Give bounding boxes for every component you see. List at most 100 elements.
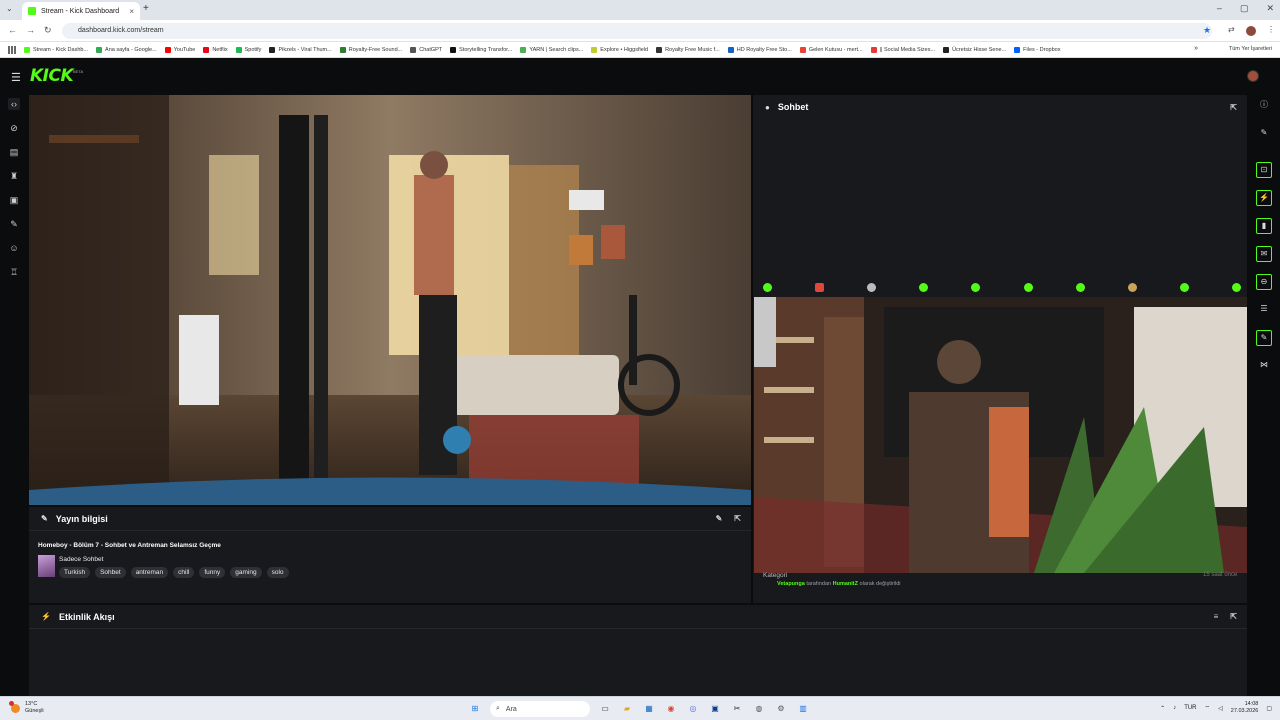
- photoshop-icon[interactable]: ▣: [708, 702, 722, 716]
- bookmark-star-icon[interactable]: ★: [1203, 25, 1211, 36]
- filter-icon[interactable]: ≡: [1214, 612, 1219, 621]
- bookmark-item[interactable]: Royalty-Free Sound...: [339, 46, 402, 53]
- emote-icon[interactable]: [919, 283, 929, 292]
- capcut-icon[interactable]: ✂: [730, 702, 744, 716]
- bookmark-item[interactable]: ChatGPT: [410, 46, 442, 53]
- bookmark-item[interactable]: Royalty Free Music f...: [656, 46, 720, 53]
- browser-tab-active[interactable]: Stream - Kick Dashboard ×: [22, 2, 140, 20]
- emote-icon[interactable]: [1127, 283, 1137, 292]
- stream-tag[interactable]: antreman: [130, 567, 169, 578]
- quick-action-3-icon[interactable]: ▮: [1256, 218, 1272, 234]
- back-icon[interactable]: ←: [8, 25, 17, 35]
- layers-icon[interactable]: ☰: [1256, 302, 1272, 318]
- bookmark-item[interactable]: YARN | Search clips...: [520, 46, 583, 53]
- windows-start-icon[interactable]: ⊞: [468, 702, 482, 716]
- notification-icon[interactable]: ▢: [1266, 705, 1272, 712]
- bookmark-item[interactable]: Files - Dropbox: [1014, 46, 1060, 53]
- app-icon[interactable]: ◎: [686, 702, 700, 716]
- stream-tag[interactable]: funny: [199, 567, 226, 578]
- emote-icon[interactable]: [971, 283, 981, 292]
- tools-nav-icon[interactable]: ✎: [8, 218, 20, 230]
- extensions-icon[interactable]: ⇄: [1228, 25, 1235, 34]
- bookmark-item[interactable]: Ana sayfa - Google...: [96, 46, 157, 53]
- all-bookmarks-link[interactable]: Tüm Yer İşaretleri: [1229, 46, 1272, 52]
- kick-logo[interactable]: KICK: [30, 66, 74, 86]
- profile-avatar[interactable]: [1246, 26, 1256, 36]
- tray-expand-icon[interactable]: ⌃: [1160, 705, 1165, 712]
- quick-action-4-icon[interactable]: ✉: [1256, 246, 1272, 262]
- tool-icon[interactable]: ✎: [1256, 330, 1272, 346]
- bookmark-item[interactable]: HD Royalty Free Sto...: [727, 46, 792, 53]
- chrome-icon[interactable]: ◉: [664, 702, 678, 716]
- close-window-icon[interactable]: ✕: [1266, 3, 1274, 14]
- clock[interactable]: 14:08 27.03.2026: [1231, 701, 1259, 715]
- emote-icon[interactable]: [1075, 283, 1085, 292]
- bookmark-item[interactable]: || Social Media Sizes...: [870, 46, 935, 53]
- input-language[interactable]: TUR: [1184, 705, 1196, 711]
- stream-tag[interactable]: solo: [266, 567, 289, 578]
- quick-action-1-icon[interactable]: ⊡: [1256, 162, 1272, 178]
- emote-icon[interactable]: [867, 283, 877, 292]
- taskbar-search[interactable]: ⌕ Ara: [490, 701, 590, 717]
- close-tab-icon[interactable]: ×: [129, 7, 134, 16]
- emote-icon[interactable]: [1023, 283, 1033, 292]
- chat-category-value[interactable]: HumanitZ: [833, 581, 858, 587]
- notepad-icon[interactable]: ▥: [796, 702, 810, 716]
- apps-grid-icon[interactable]: [8, 45, 16, 54]
- menu-icon[interactable]: ☰: [11, 71, 21, 84]
- mic-icon[interactable]: ♪: [1173, 705, 1176, 711]
- browser-menu-icon[interactable]: ⋮: [1267, 25, 1275, 34]
- category-name[interactable]: Sadece Sohbet: [59, 556, 103, 563]
- emote-icon[interactable]: [815, 283, 825, 292]
- weather-widget[interactable]: 13°C Güneşli: [9, 700, 44, 715]
- bot-nav-icon[interactable]: ♖: [8, 266, 20, 278]
- stream-tag[interactable]: Sohbet: [95, 567, 126, 578]
- link-nav-icon[interactable]: ⊘: [8, 122, 20, 134]
- trophy-nav-icon[interactable]: ♜: [8, 170, 20, 182]
- bookmark-item[interactable]: Spotify: [235, 46, 261, 53]
- bookmark-item[interactable]: Storytelling Transfor...: [450, 46, 512, 53]
- forward-icon[interactable]: →: [26, 25, 35, 35]
- emote-icon[interactable]: [763, 283, 772, 292]
- store-icon[interactable]: ▦: [642, 702, 656, 716]
- bookmark-item[interactable]: Stream - Kick Dashb...: [24, 46, 88, 53]
- share-icon[interactable]: ⋈: [1256, 358, 1272, 374]
- tab-search-icon[interactable]: ⌄: [6, 4, 13, 13]
- url-field[interactable]: dashboard.kick.com/stream: [62, 23, 1212, 39]
- task-view-icon[interactable]: ▭: [598, 702, 612, 716]
- emote-icon[interactable]: [1179, 283, 1189, 292]
- stream-tag[interactable]: Turkish: [59, 567, 91, 578]
- library-nav-icon[interactable]: ▤: [8, 146, 20, 158]
- settings-icon[interactable]: ⚙: [774, 702, 788, 716]
- volume-icon[interactable]: ◁: [1218, 705, 1223, 712]
- quick-action-5-icon[interactable]: ⊖: [1256, 274, 1272, 290]
- emote-icon[interactable]: [1231, 283, 1241, 292]
- stream-tag[interactable]: gaming: [230, 567, 262, 578]
- popout-icon[interactable]: ⇱: [734, 514, 741, 523]
- quick-action-2-icon[interactable]: ⚡: [1256, 190, 1272, 206]
- stream-nav-icon[interactable]: ‹›: [8, 98, 20, 110]
- file-explorer-icon[interactable]: ▰: [620, 702, 634, 716]
- bookmark-item[interactable]: Pikzels - Viral Thum...: [269, 46, 332, 53]
- stream-tag[interactable]: chill: [173, 567, 195, 578]
- minimize-icon[interactable]: –: [1217, 3, 1222, 14]
- edit-stream-info-icon[interactable]: ✎: [716, 514, 723, 523]
- layout-nav-icon[interactable]: ▣: [8, 194, 20, 206]
- info-icon[interactable]: ⓘ: [1256, 98, 1272, 114]
- wifi-icon[interactable]: ⌔: [1205, 704, 1211, 712]
- bookmark-item[interactable]: Netflix: [203, 46, 228, 53]
- chat-username[interactable]: Vetapunga: [777, 581, 805, 587]
- bookmark-item[interactable]: Gelen Kutusu - mert...: [799, 46, 863, 53]
- bookmark-item[interactable]: YouTube: [164, 46, 195, 53]
- user-avatar[interactable]: [1247, 70, 1259, 82]
- users-nav-icon[interactable]: ☺: [8, 242, 20, 254]
- activity-popout-icon[interactable]: ⇱: [1230, 612, 1237, 621]
- obs-icon[interactable]: ◍: [752, 702, 766, 716]
- maximize-icon[interactable]: ▢: [1240, 3, 1249, 14]
- stream-preview[interactable]: [29, 95, 751, 505]
- reload-icon[interactable]: ↻: [44, 25, 52, 36]
- more-bookmarks-icon[interactable]: »: [1194, 45, 1198, 52]
- new-tab-button[interactable]: +: [143, 3, 149, 14]
- bookmark-item[interactable]: Ücretsiz Hisse Sene...: [943, 46, 1006, 53]
- chat-popout-icon[interactable]: ⇱: [1230, 103, 1237, 112]
